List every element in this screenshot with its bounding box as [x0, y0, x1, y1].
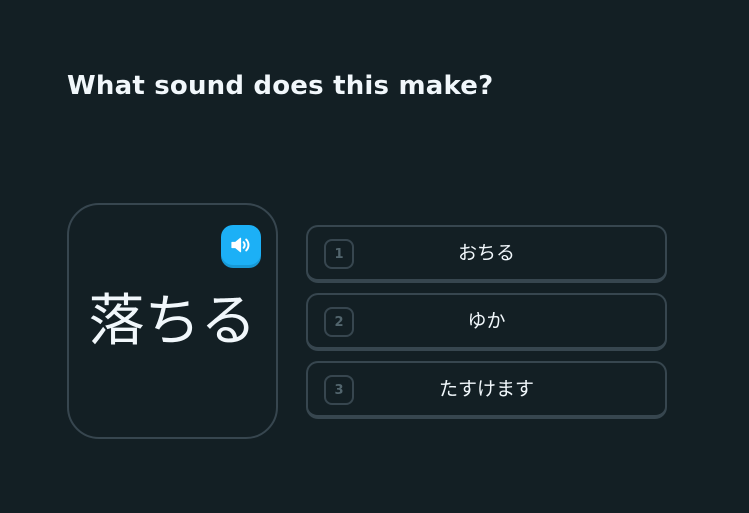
- answer-option-2[interactable]: 2 ゆか: [306, 293, 667, 351]
- play-audio-button[interactable]: [221, 225, 261, 265]
- word-card: 落ちる: [67, 203, 278, 439]
- option-label: ゆか: [467, 310, 506, 332]
- challenge-word: 落ちる: [88, 289, 257, 354]
- speaker-icon: [231, 237, 250, 253]
- option-label: おちる: [457, 242, 515, 264]
- option-label: たすけます: [438, 378, 534, 400]
- answer-options: 1 おちる 2 ゆか 3 たすけます: [306, 225, 667, 429]
- challenge-prompt: What sound does this make?: [67, 71, 494, 101]
- answer-option-3[interactable]: 3 たすけます: [306, 361, 667, 419]
- answer-option-1[interactable]: 1 おちる: [306, 225, 667, 283]
